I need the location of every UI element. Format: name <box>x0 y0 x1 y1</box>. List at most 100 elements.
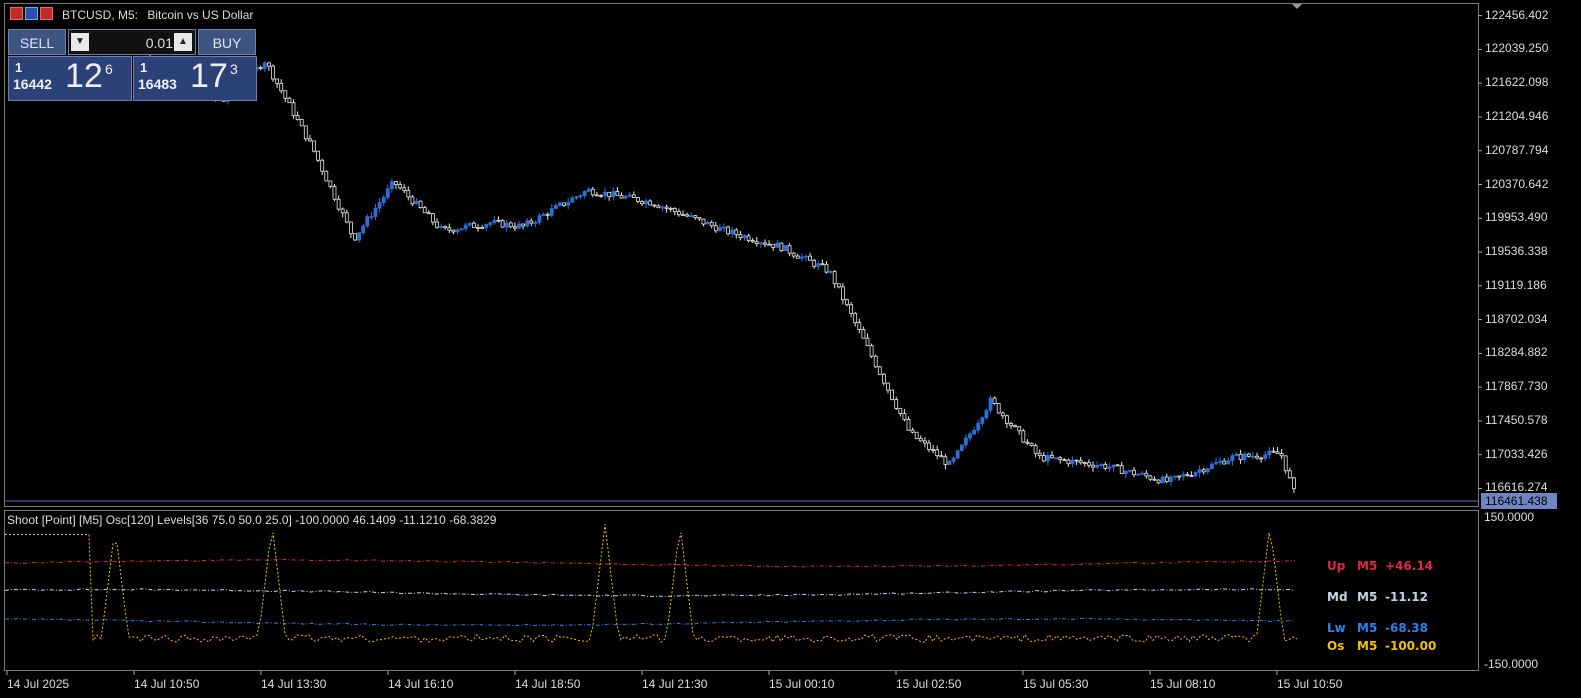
candle-body <box>320 159 325 172</box>
time-tick-label: 15 Jul 08:10 <box>1150 677 1216 691</box>
candle-body <box>726 226 730 235</box>
candle-body <box>910 429 915 433</box>
candle-body <box>426 212 431 215</box>
candle-body <box>795 255 800 259</box>
candle-body <box>1082 462 1087 465</box>
candle <box>1095 461 1099 470</box>
sell-quote-top: 1 <box>15 60 23 75</box>
candle-body <box>677 211 681 216</box>
candle-body <box>258 66 263 69</box>
candle-body <box>1226 460 1231 465</box>
candle-body <box>902 413 907 420</box>
candle-body <box>537 215 542 223</box>
candle-body <box>476 227 480 229</box>
candle <box>574 196 579 201</box>
candle-body <box>1283 455 1288 472</box>
candle-body <box>463 224 468 230</box>
candle <box>426 210 431 215</box>
price-tick-label: 121204.946 <box>1485 108 1549 123</box>
indicator-pane <box>4 524 1298 644</box>
candle <box>730 226 735 238</box>
candle-body <box>1099 463 1104 466</box>
candle-body <box>521 223 525 227</box>
candle <box>652 204 657 208</box>
candle-body <box>615 191 620 196</box>
sell-button[interactable]: SELL <box>8 29 66 55</box>
lot-increase-icon[interactable]: ▲ <box>174 33 192 51</box>
candle-body <box>660 206 665 209</box>
candle-body <box>1070 459 1075 465</box>
candle-body <box>648 200 653 206</box>
candle <box>418 200 423 209</box>
lot-size-input[interactable] <box>91 32 175 53</box>
candle <box>266 61 271 71</box>
candle-body <box>541 213 546 216</box>
lot-decrease-icon[interactable]: ▼ <box>71 33 89 51</box>
candle <box>1033 443 1038 458</box>
symbol-description: Bitcoin vs US Dollar <box>147 8 254 22</box>
candle <box>664 204 669 213</box>
buy-button[interactable]: BUY <box>198 29 256 55</box>
candle-body <box>1292 477 1296 489</box>
candle-body <box>1251 455 1255 458</box>
candle <box>787 242 792 257</box>
candle-body <box>1156 479 1161 484</box>
candle-body <box>1037 452 1042 456</box>
candle <box>262 61 267 72</box>
candle-body <box>603 191 607 197</box>
indicator-pane-border <box>4 510 1479 671</box>
candle-body <box>1033 445 1038 454</box>
candle-body <box>1210 463 1214 469</box>
candle <box>718 223 722 232</box>
candle <box>504 220 509 232</box>
candle <box>1091 461 1095 472</box>
candle-body <box>644 200 648 205</box>
candle <box>1123 469 1128 479</box>
candle <box>771 243 776 251</box>
candle <box>882 373 886 386</box>
candle-body <box>771 243 776 248</box>
candle-body <box>746 235 751 241</box>
sell-quote[interactable]: 1 16442 12 6 <box>8 56 132 101</box>
candle <box>877 365 882 376</box>
candle <box>348 221 353 238</box>
candle-body <box>578 195 583 198</box>
time-tick-label: 15 Jul 02:50 <box>896 677 962 691</box>
legend-item-md: Md M5 -11.12 <box>1327 590 1428 604</box>
candle <box>1222 458 1227 465</box>
candle <box>459 228 464 231</box>
candle <box>693 215 698 220</box>
candle-body <box>439 226 444 228</box>
candle-body <box>857 322 862 330</box>
candle-body <box>636 197 640 202</box>
candle-body <box>775 242 780 248</box>
candle-body <box>873 355 878 368</box>
candle-body <box>447 227 452 231</box>
buy-quote[interactable]: 1 16483 17 3 <box>133 56 257 101</box>
candle-body <box>283 90 288 99</box>
candle-body <box>640 201 644 205</box>
candle <box>1210 461 1214 470</box>
candle <box>1160 474 1165 484</box>
candle-body <box>865 337 870 347</box>
candle <box>402 184 407 193</box>
candle <box>492 215 497 225</box>
candle <box>644 198 648 209</box>
candle <box>709 220 714 229</box>
candle <box>324 170 329 182</box>
candle <box>660 205 665 212</box>
candle <box>590 186 595 198</box>
candle-body <box>1013 425 1017 428</box>
candle-body <box>1201 469 1206 473</box>
candle <box>959 444 964 452</box>
candle-body <box>984 409 989 419</box>
legend-text: -11.12 <box>1385 590 1428 604</box>
candle-body <box>767 243 771 246</box>
candle-body <box>943 456 948 465</box>
candle-body <box>1164 476 1169 482</box>
md-line <box>4 588 1296 597</box>
candle <box>1181 471 1186 481</box>
candle <box>533 220 538 228</box>
candle <box>902 408 907 422</box>
candle <box>1263 450 1268 462</box>
